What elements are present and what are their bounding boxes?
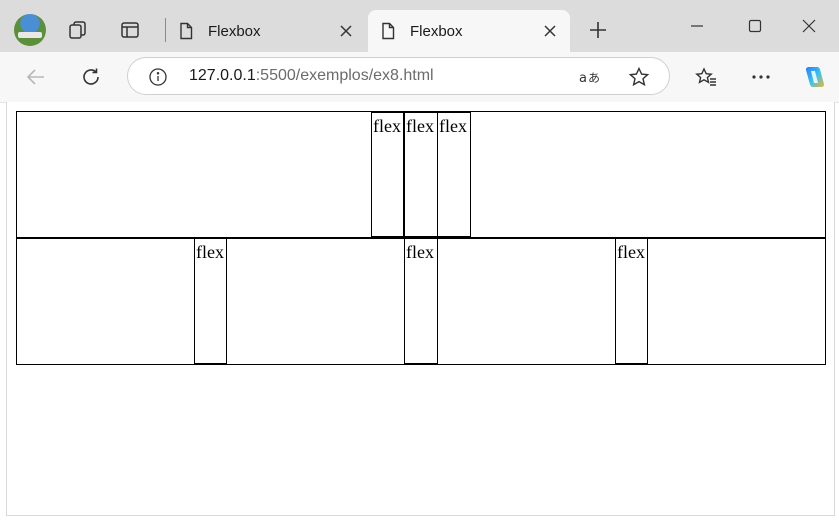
favorite-star-icon[interactable] — [625, 63, 653, 91]
vertical-tabs-icon[interactable] — [116, 16, 144, 44]
workspaces-icon[interactable] — [64, 16, 92, 44]
copilot-icon[interactable] — [798, 61, 830, 93]
read-aloud-translate-icon[interactable]: a あ — [576, 63, 604, 91]
tab-flexbox-1[interactable]: Flexbox — [166, 10, 366, 52]
new-tab-icon[interactable] — [584, 16, 612, 44]
flex-item: flex — [404, 238, 438, 364]
flex-item: flex — [194, 238, 227, 364]
refresh-icon[interactable] — [75, 61, 107, 93]
tab-strip: Flexbox Flexbox — [0, 0, 839, 52]
tab-title: Flexbox — [410, 22, 463, 40]
flex-item: flex — [371, 112, 404, 237]
svg-text:a: a — [579, 71, 587, 86]
flex-item: flex — [404, 112, 438, 237]
favorites-icon[interactable] — [690, 61, 722, 93]
close-tab-icon[interactable] — [536, 17, 564, 45]
page-icon — [378, 21, 398, 41]
page-icon — [176, 21, 196, 41]
maximize-icon[interactable] — [730, 10, 780, 42]
url-host: 127.0.0.1 — [189, 67, 256, 84]
url-path: :5500/exemplos/ex8.html — [255, 67, 434, 84]
close-window-icon[interactable] — [784, 10, 834, 42]
svg-text:あ: あ — [588, 71, 600, 85]
info-icon[interactable] — [144, 63, 172, 91]
tab-flexbox-2[interactable]: Flexbox — [368, 10, 570, 52]
minimize-icon[interactable] — [672, 10, 722, 42]
flex-item: flex — [437, 112, 471, 237]
address-bar[interactable]: 127.0.0.1:5500/exemplos/ex8.html a あ — [127, 57, 670, 95]
url-text[interactable]: 127.0.0.1:5500/exemplos/ex8.html — [189, 67, 434, 85]
more-options-icon[interactable] — [745, 61, 777, 93]
browser-toolbar: 127.0.0.1:5500/exemplos/ex8.html a あ — [0, 52, 839, 102]
tab-title: Flexbox — [208, 22, 261, 40]
profile-avatar[interactable] — [14, 14, 46, 46]
back-arrow-icon[interactable] — [20, 61, 52, 93]
flex-item: flex — [615, 238, 648, 364]
close-tab-icon[interactable] — [332, 17, 360, 45]
